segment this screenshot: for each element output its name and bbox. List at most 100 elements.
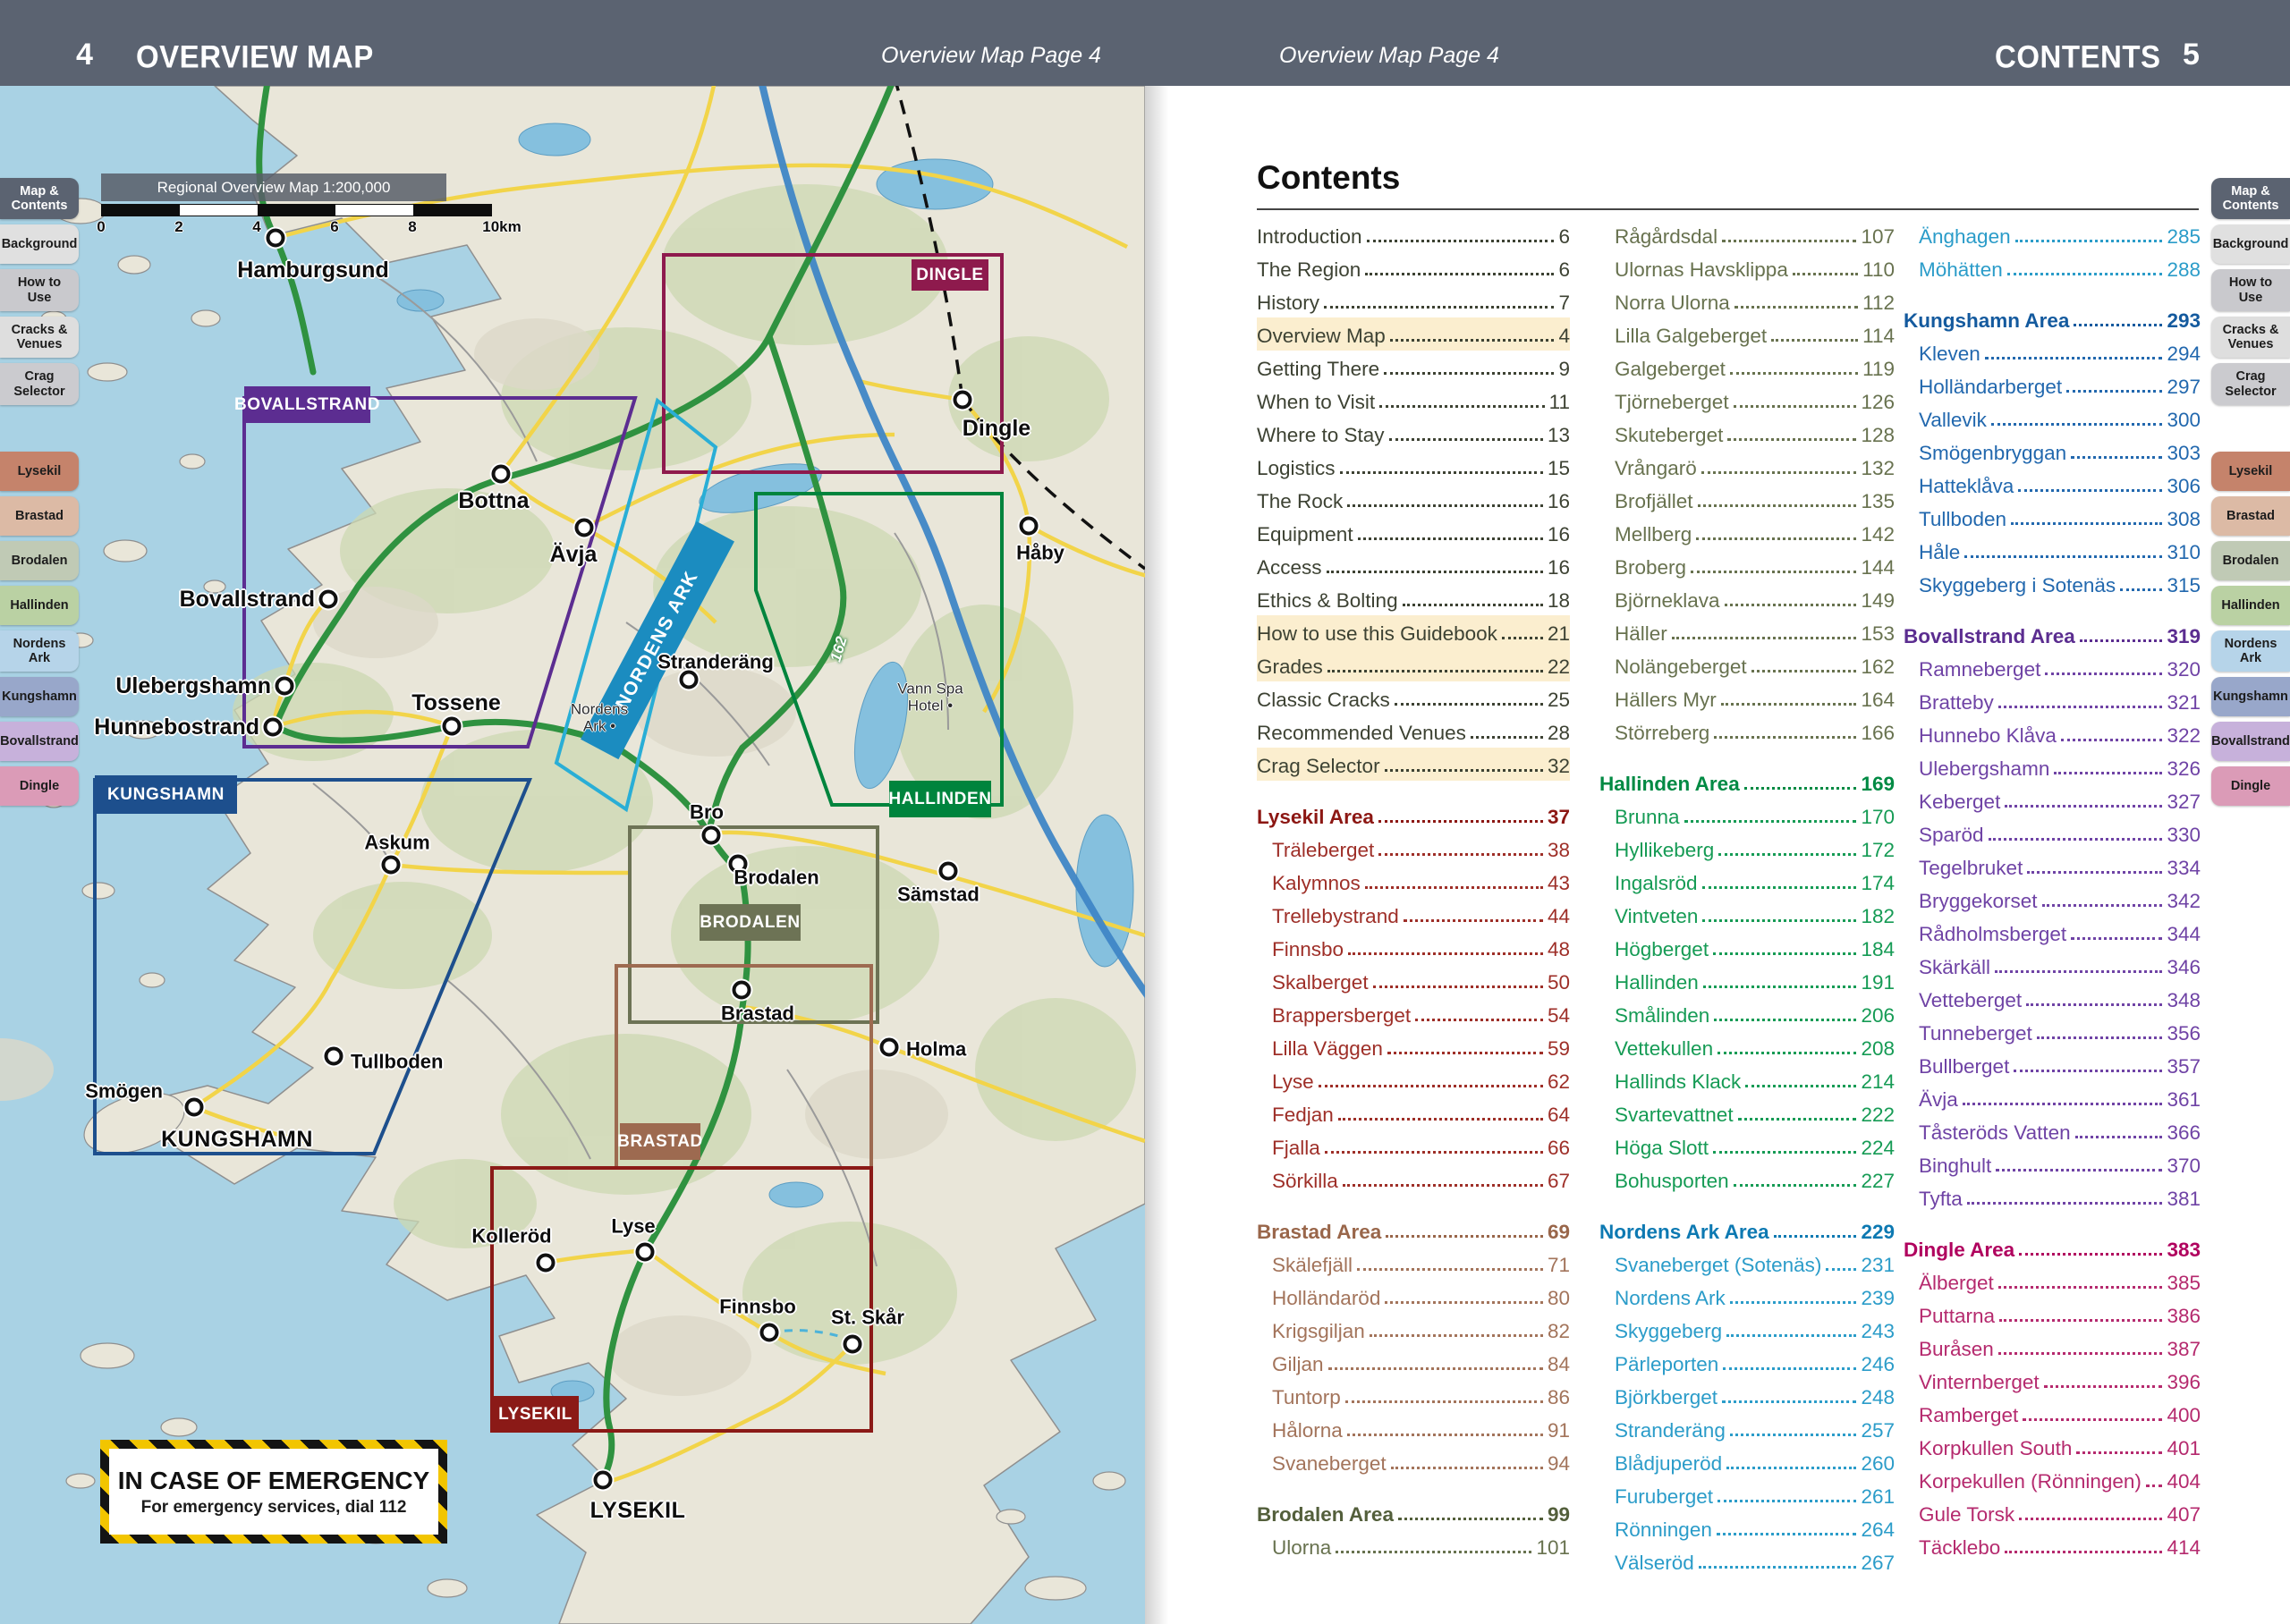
toc-entry[interactable]: The Rock16 xyxy=(1257,483,1570,516)
tab-bovallstrand[interactable]: Bovallstrand xyxy=(2211,722,2290,761)
toc-section-brodalen[interactable]: Brodalen Area99 xyxy=(1257,1496,1570,1529)
tab-kungshamn[interactable]: Kungshamn xyxy=(2211,677,2290,716)
toc-entry[interactable]: Vinternberget396 xyxy=(1904,1364,2201,1397)
tab-map-contents[interactable]: Map & Contents xyxy=(2211,178,2290,219)
toc-section-hallinden[interactable]: Hallinden Area169 xyxy=(1599,765,1895,799)
toc-entry[interactable]: Svaneberget94 xyxy=(1257,1445,1570,1478)
tab-brastad[interactable]: Brastad xyxy=(0,496,79,536)
toc-entry[interactable]: Hallinden191 xyxy=(1599,964,1895,997)
toc-entry[interactable]: Ulornas Havsklippa110 xyxy=(1599,251,1895,284)
toc-entry[interactable]: Korpekullen (Rönningen)404 xyxy=(1904,1463,2201,1496)
toc-entry[interactable]: Bratteby321 xyxy=(1904,684,2201,717)
toc-section-nordensark[interactable]: Nordens Ark Area229 xyxy=(1599,1214,1895,1247)
toc-entry[interactable]: Björkberget248 xyxy=(1599,1379,1895,1412)
toc-entry[interactable]: Furuberget261 xyxy=(1599,1478,1895,1511)
toc-entry[interactable]: Tullboden308 xyxy=(1904,501,2201,534)
toc-entry[interactable]: Tåsteröds Vatten366 xyxy=(1904,1114,2201,1147)
toc-entry[interactable]: Kleven294 xyxy=(1904,335,2201,368)
tab-dingle[interactable]: Dingle xyxy=(0,766,79,806)
toc-entry[interactable]: Hunnebo Klåva322 xyxy=(1904,717,2201,750)
toc-entry[interactable]: Skärkäll346 xyxy=(1904,949,2201,982)
toc-entry[interactable]: Svaneberget (Sotenäs)231 xyxy=(1599,1247,1895,1280)
toc-section-lysekil[interactable]: Lysekil Area37 xyxy=(1257,799,1570,832)
toc-entry[interactable]: Stranderäng257 xyxy=(1599,1412,1895,1445)
tab-dingle[interactable]: Dingle xyxy=(2211,766,2290,806)
tab-brodalen[interactable]: Brodalen xyxy=(2211,541,2290,580)
toc-entry[interactable]: Smålinden206 xyxy=(1599,997,1895,1030)
area-label-lysekil[interactable]: LYSEKIL xyxy=(492,1396,579,1433)
toc-entry[interactable]: Mellberg142 xyxy=(1599,516,1895,549)
toc-section-brastad[interactable]: Brastad Area69 xyxy=(1257,1214,1570,1247)
tab-crag-selector[interactable]: Crag Selector xyxy=(2211,363,2290,404)
toc-entry[interactable]: Håle310 xyxy=(1904,534,2201,567)
tab-cracks-venues[interactable]: Cracks & Venues xyxy=(2211,317,2290,358)
toc-entry[interactable]: Krigsgiljan82 xyxy=(1257,1313,1570,1346)
area-label-hallinden[interactable]: HALLINDEN xyxy=(889,781,991,817)
tab-brastad[interactable]: Brastad xyxy=(2211,496,2290,536)
area-label-dingle[interactable]: DINGLE xyxy=(912,259,988,291)
toc-section-bovallstrand[interactable]: Bovallstrand Area319 xyxy=(1904,618,2201,651)
tab-lysekil[interactable]: Lysekil xyxy=(0,452,79,491)
toc-entry[interactable]: Träleberget38 xyxy=(1257,832,1570,865)
toc-entry[interactable]: Giljan84 xyxy=(1257,1346,1570,1379)
toc-entry[interactable]: Brofjället135 xyxy=(1599,483,1895,516)
toc-entry[interactable]: Overview Map4 xyxy=(1257,317,1570,351)
toc-entry[interactable]: Tjörneberget126 xyxy=(1599,384,1895,417)
toc-entry[interactable]: Tunneberget356 xyxy=(1904,1015,2201,1048)
toc-entry[interactable]: Ingalsröd174 xyxy=(1599,865,1895,898)
toc-entry[interactable]: Tegelbruket334 xyxy=(1904,850,2201,883)
toc-section-kungshamn[interactable]: Kungshamn Area293 xyxy=(1904,302,2201,335)
area-label-kungshamn[interactable]: KUNGSHAMN xyxy=(95,775,237,814)
toc-entry[interactable]: Access16 xyxy=(1257,549,1570,582)
toc-entry[interactable]: History7 xyxy=(1257,284,1570,317)
toc-entry[interactable]: Brunna170 xyxy=(1599,799,1895,832)
toc-entry[interactable]: Nordens Ark239 xyxy=(1599,1280,1895,1313)
tab-map-contents[interactable]: Map & Contents xyxy=(0,178,79,219)
toc-entry[interactable]: Lyse62 xyxy=(1257,1063,1570,1096)
tab-crag-selector[interactable]: Crag Selector xyxy=(0,363,79,404)
toc-entry[interactable]: Binghult370 xyxy=(1904,1147,2201,1180)
tab-kungshamn[interactable]: Kungshamn xyxy=(0,677,79,716)
toc-entry[interactable]: Pärleporten246 xyxy=(1599,1346,1895,1379)
toc-entry[interactable]: Älberget385 xyxy=(1904,1265,2201,1298)
area-label-bovallstrand[interactable]: BOVALLSTRAND xyxy=(244,386,370,423)
toc-entry[interactable]: Buråsen387 xyxy=(1904,1331,2201,1364)
toc-entry[interactable]: Finnsbo48 xyxy=(1257,931,1570,964)
toc-entry[interactable]: Ulebergshamn326 xyxy=(1904,750,2201,783)
toc-entry[interactable]: Täcklebo414 xyxy=(1904,1529,2201,1562)
toc-entry[interactable]: Bryggekorset342 xyxy=(1904,883,2201,916)
toc-entry[interactable]: Björneklava149 xyxy=(1599,582,1895,615)
toc-entry[interactable]: Logistics15 xyxy=(1257,450,1570,483)
toc-entry[interactable]: Skalberget50 xyxy=(1257,964,1570,997)
toc-entry[interactable]: Introduction6 xyxy=(1257,218,1570,251)
toc-entry[interactable]: Skyggeberg i Sotenäs315 xyxy=(1904,567,2201,600)
toc-entry[interactable]: Where to Stay13 xyxy=(1257,417,1570,450)
toc-entry[interactable]: Rönningen264 xyxy=(1599,1511,1895,1544)
toc-entry[interactable]: Hällers Myr164 xyxy=(1599,681,1895,715)
toc-entry[interactable]: Hålorna91 xyxy=(1257,1412,1570,1445)
toc-entry[interactable]: Norra Ulorna112 xyxy=(1599,284,1895,317)
toc-entry[interactable]: Fedjan64 xyxy=(1257,1096,1570,1129)
toc-entry[interactable]: Blådjuperöd260 xyxy=(1599,1445,1895,1478)
toc-entry[interactable]: Vrångarö132 xyxy=(1599,450,1895,483)
toc-section-dingle[interactable]: Dingle Area383 xyxy=(1904,1231,2201,1265)
toc-entry[interactable]: Skälefjäll71 xyxy=(1257,1247,1570,1280)
toc-entry[interactable]: Nolängeberget162 xyxy=(1599,648,1895,681)
toc-entry[interactable]: Smögenbryggan303 xyxy=(1904,435,2201,468)
toc-entry[interactable]: Hyllikeberg172 xyxy=(1599,832,1895,865)
toc-entry[interactable]: Keberget327 xyxy=(1904,783,2201,816)
toc-entry[interactable]: Rådholmsberget344 xyxy=(1904,916,2201,949)
toc-entry[interactable]: Ramneberget320 xyxy=(1904,651,2201,684)
toc-entry[interactable]: Hatteklåva306 xyxy=(1904,468,2201,501)
toc-entry[interactable]: Hallinds Klack214 xyxy=(1599,1063,1895,1096)
toc-entry[interactable]: Skuteberget128 xyxy=(1599,417,1895,450)
toc-entry[interactable]: The Region6 xyxy=(1257,251,1570,284)
area-label-brastad[interactable]: BRASTAD xyxy=(620,1123,700,1160)
toc-entry[interactable]: Gule Torsk407 xyxy=(1904,1496,2201,1529)
tab-background[interactable]: Background xyxy=(2211,224,2290,264)
toc-entry[interactable]: Puttarna386 xyxy=(1904,1298,2201,1331)
toc-entry[interactable]: Lilla Galgeberget114 xyxy=(1599,317,1895,351)
toc-entry[interactable]: Ramberget400 xyxy=(1904,1397,2201,1430)
toc-entry[interactable]: Grades22 xyxy=(1257,648,1570,681)
toc-entry[interactable]: Vetteberget348 xyxy=(1904,982,2201,1015)
